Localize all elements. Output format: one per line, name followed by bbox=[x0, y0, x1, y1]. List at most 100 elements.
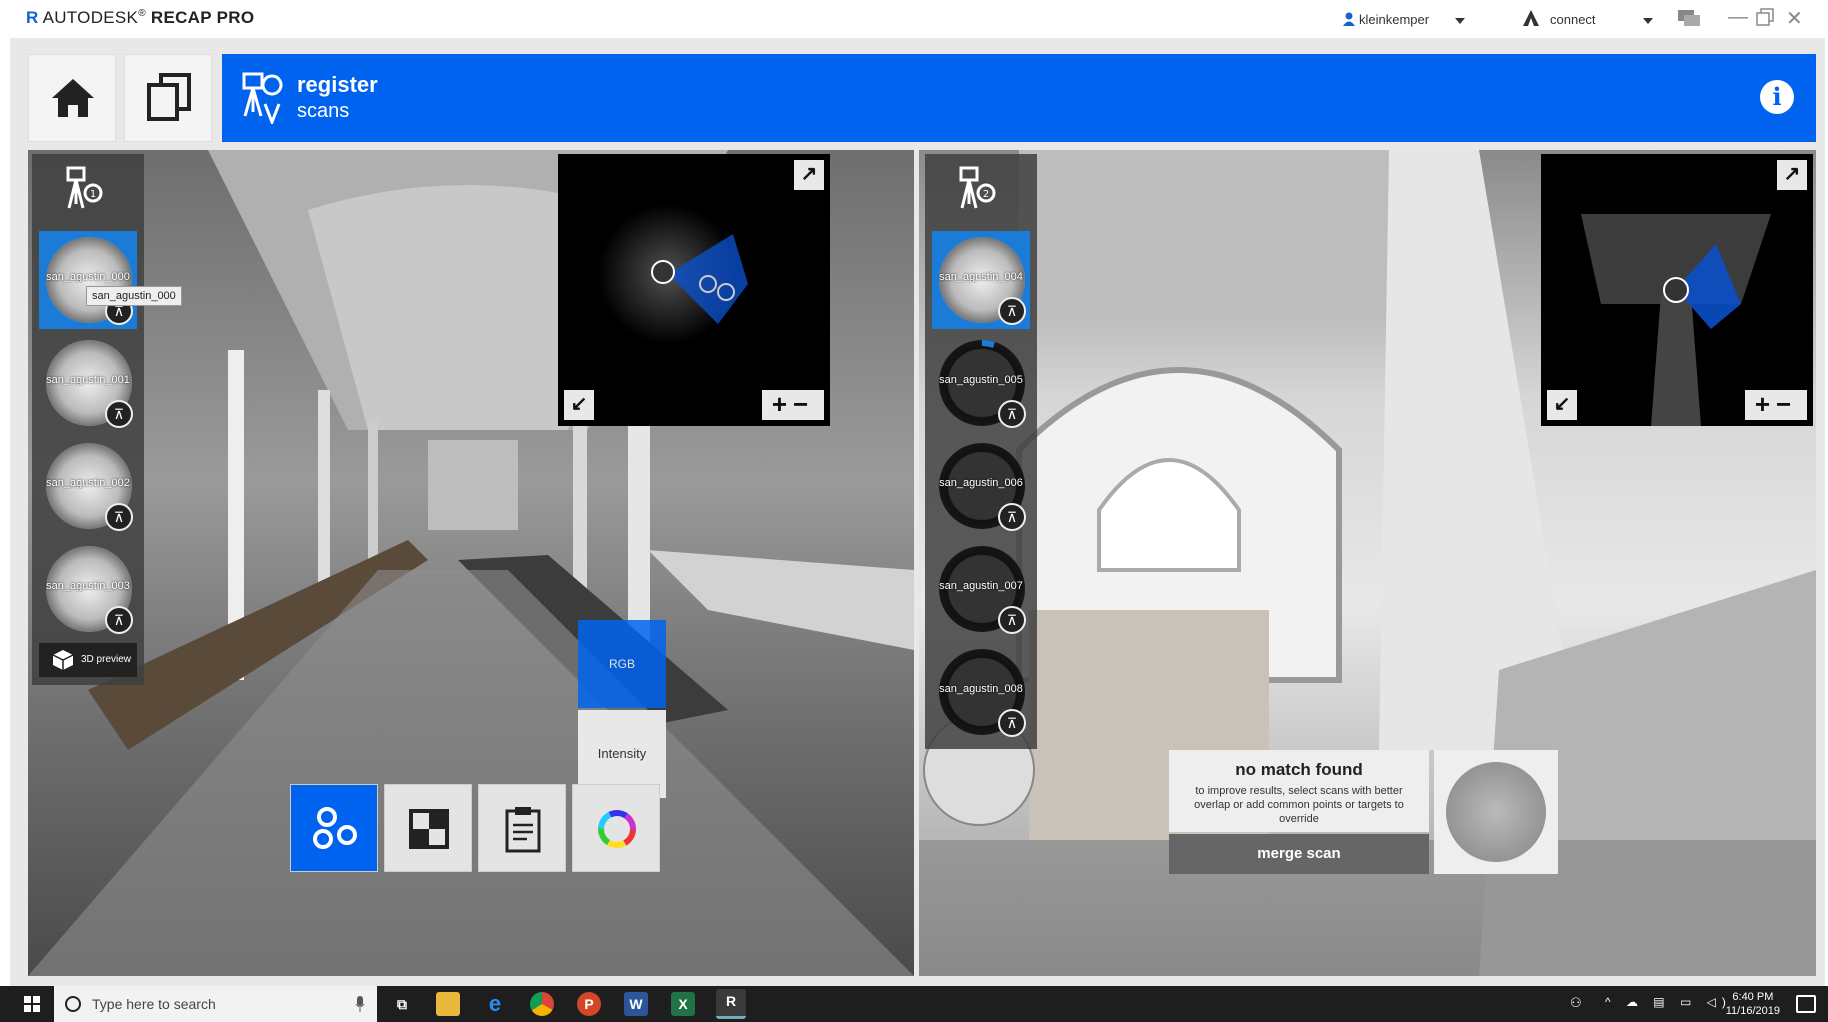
app-title-plain: AUTODESK bbox=[42, 8, 139, 27]
scan-points-tool-button[interactable] bbox=[290, 784, 378, 872]
split-view-tool-button[interactable] bbox=[384, 784, 472, 872]
scan-item-san-agustin-004[interactable]: san_agustin_004 ⊼ bbox=[932, 231, 1030, 329]
clock-date: 11/16/2019 bbox=[1725, 1005, 1780, 1017]
scan-item-san-agustin-006[interactable]: san_agustin_006 ⊼ bbox=[932, 437, 1030, 535]
zoom-in-icon[interactable]: + bbox=[1755, 389, 1776, 419]
user-name[interactable]: kleinkemper bbox=[1359, 12, 1429, 27]
recap-taskbar-icon[interactable]: R bbox=[716, 989, 746, 1019]
register-icon bbox=[242, 72, 283, 124]
collapse-icon[interactable]: ↙ bbox=[1547, 390, 1577, 420]
scan-item-san-agustin-005[interactable]: san_agustin_005 ⊼ bbox=[932, 334, 1030, 432]
home-button[interactable] bbox=[28, 54, 116, 142]
clipboard-icon bbox=[505, 807, 541, 853]
report-tool-button[interactable] bbox=[478, 784, 566, 872]
notification-icon[interactable] bbox=[1796, 995, 1816, 1013]
people-icon[interactable]: ⚇ bbox=[1570, 995, 1582, 1011]
collapse-icon[interactable]: ↙ bbox=[564, 390, 594, 420]
home-icon bbox=[52, 79, 94, 117]
scan-name: san_agustin_001 bbox=[46, 374, 130, 386]
scan-item-san-agustin-002[interactable]: san_agustin_002 ⊼ bbox=[39, 437, 137, 535]
expand-icon[interactable]: ↗ bbox=[794, 160, 824, 190]
scan-target-icon[interactable]: ⊼ bbox=[998, 709, 1026, 737]
scan-name: san_agustin_008 bbox=[939, 683, 1023, 695]
scan-name: san_agustin_006 bbox=[939, 477, 1023, 489]
scan-name: san_agustin_003 bbox=[46, 580, 130, 592]
scan-item-san-agustin-001[interactable]: san_agustin_001 ⊼ bbox=[39, 334, 137, 432]
3d-preview-label: 3D preview bbox=[81, 654, 132, 665]
zoom-controls[interactable]: +− bbox=[762, 390, 824, 420]
zoom-out-icon[interactable]: − bbox=[793, 389, 814, 419]
split-view-icon bbox=[409, 809, 449, 849]
project-pages-button[interactable] bbox=[124, 54, 212, 142]
zoom-in-icon[interactable]: + bbox=[772, 389, 793, 419]
zoom-controls[interactable]: +− bbox=[1745, 390, 1807, 420]
right-minimap[interactable]: ↗ ↙ +− bbox=[1541, 154, 1813, 426]
cube-icon bbox=[52, 650, 74, 670]
app-logo-letter: R bbox=[26, 8, 39, 27]
scan-name: san_agustin_002 bbox=[46, 477, 130, 489]
scan-name: san_agustin_000 bbox=[46, 271, 130, 283]
microphone-icon[interactable] bbox=[355, 996, 365, 1012]
left-scan-viewport[interactable]: 1 san_agustin_000 ⊼ san_agustin_001 ⊼ sa… bbox=[28, 150, 914, 976]
scan-item-san-agustin-000[interactable]: san_agustin_000 ⊼ bbox=[39, 231, 137, 329]
app-frame: register scans i 1 san_agustin_000 ⊼ san… bbox=[10, 38, 1825, 986]
connect-label[interactable]: connect bbox=[1550, 12, 1596, 27]
restore-icon[interactable] bbox=[1756, 8, 1774, 32]
scan-item-san-agustin-007[interactable]: san_agustin_007 ⊼ bbox=[932, 540, 1030, 638]
match-status-panel: no match found to improve results, selec… bbox=[1169, 750, 1429, 832]
scan-target-icon[interactable]: ⊼ bbox=[998, 297, 1026, 325]
minimize-icon[interactable]: — bbox=[1728, 6, 1748, 29]
register-icon: 2 bbox=[959, 166, 996, 209]
scan-name: san_agustin_007 bbox=[939, 580, 1023, 592]
scan-item-san-agustin-003[interactable]: san_agustin_003 ⊼ bbox=[39, 540, 137, 638]
connect-caret-icon[interactable] bbox=[1643, 18, 1653, 24]
minimap-plot bbox=[598, 204, 748, 344]
scan-target-icon[interactable]: ⊼ bbox=[105, 503, 133, 531]
scan-list-header: 1 bbox=[32, 154, 144, 226]
scan-target-icon[interactable]: ⊼ bbox=[105, 606, 133, 634]
points-icon bbox=[313, 807, 357, 849]
color-mode-tool-button[interactable] bbox=[572, 784, 660, 872]
header-bar: register scans i bbox=[222, 54, 1816, 142]
comment-icon[interactable] bbox=[1677, 9, 1701, 32]
info-button[interactable]: i bbox=[1760, 80, 1794, 114]
excel-icon[interactable]: X bbox=[671, 992, 695, 1016]
scan-target-icon[interactable]: ⊼ bbox=[998, 400, 1026, 428]
taskbar-search-box[interactable]: Type here to search bbox=[54, 986, 377, 1022]
system-tray-icons[interactable]: ^ ☁ ▤ ▭ ◁) bbox=[1605, 995, 1732, 1009]
edge-icon[interactable]: e bbox=[483, 992, 507, 1016]
taskbar-clock[interactable]: 6:40 PM 11/16/2019 bbox=[1726, 990, 1780, 1018]
zoom-out-icon[interactable]: − bbox=[1776, 389, 1797, 419]
powerpoint-icon[interactable]: P bbox=[577, 992, 601, 1016]
app-title-bold: RECAP PRO bbox=[150, 8, 255, 27]
windows-icon bbox=[24, 996, 40, 1012]
search-icon bbox=[65, 996, 81, 1012]
scan-target-icon[interactable]: ⊼ bbox=[998, 503, 1026, 531]
rgb-mode-button[interactable]: RGB bbox=[578, 620, 666, 708]
3d-preview-button[interactable]: 3D preview bbox=[39, 643, 137, 677]
scan-target-icon[interactable]: ⊼ bbox=[105, 400, 133, 428]
page-title: register bbox=[297, 72, 378, 97]
start-button[interactable] bbox=[10, 986, 54, 1022]
file-explorer-icon[interactable] bbox=[436, 992, 460, 1016]
register-icon: 1 bbox=[66, 166, 103, 209]
user-icon[interactable] bbox=[1343, 12, 1355, 29]
close-icon[interactable]: ✕ bbox=[1786, 6, 1803, 31]
expand-icon[interactable]: ↗ bbox=[1777, 160, 1807, 190]
task-view-icon[interactable]: ⧉ bbox=[390, 992, 414, 1016]
scan-list-header: 2 bbox=[925, 154, 1037, 226]
match-preview-disc bbox=[1446, 762, 1546, 862]
scan-item-san-agustin-008[interactable]: san_agustin_008 ⊼ bbox=[932, 643, 1030, 741]
word-icon[interactable]: W bbox=[624, 992, 648, 1016]
scan-target-icon[interactable]: ⊼ bbox=[998, 606, 1026, 634]
svg-text:1: 1 bbox=[90, 189, 96, 200]
taskbar: Type here to search ⧉ e P W X R ⚇ ^ ☁ ▤ … bbox=[0, 986, 1828, 1022]
search-placeholder: Type here to search bbox=[92, 996, 216, 1012]
right-scan-viewport[interactable]: 2 san_agustin_004 ⊼ san_agustin_005 ⊼ sa… bbox=[919, 150, 1816, 976]
scan-tooltip: san_agustin_000 bbox=[86, 286, 182, 306]
svg-text:2: 2 bbox=[983, 189, 989, 200]
user-menu-caret-icon[interactable] bbox=[1455, 18, 1465, 24]
left-minimap[interactable]: ↗ ↙ +− bbox=[558, 154, 830, 426]
chrome-icon[interactable] bbox=[530, 992, 554, 1016]
merge-scan-button[interactable]: merge scan bbox=[1169, 834, 1429, 874]
